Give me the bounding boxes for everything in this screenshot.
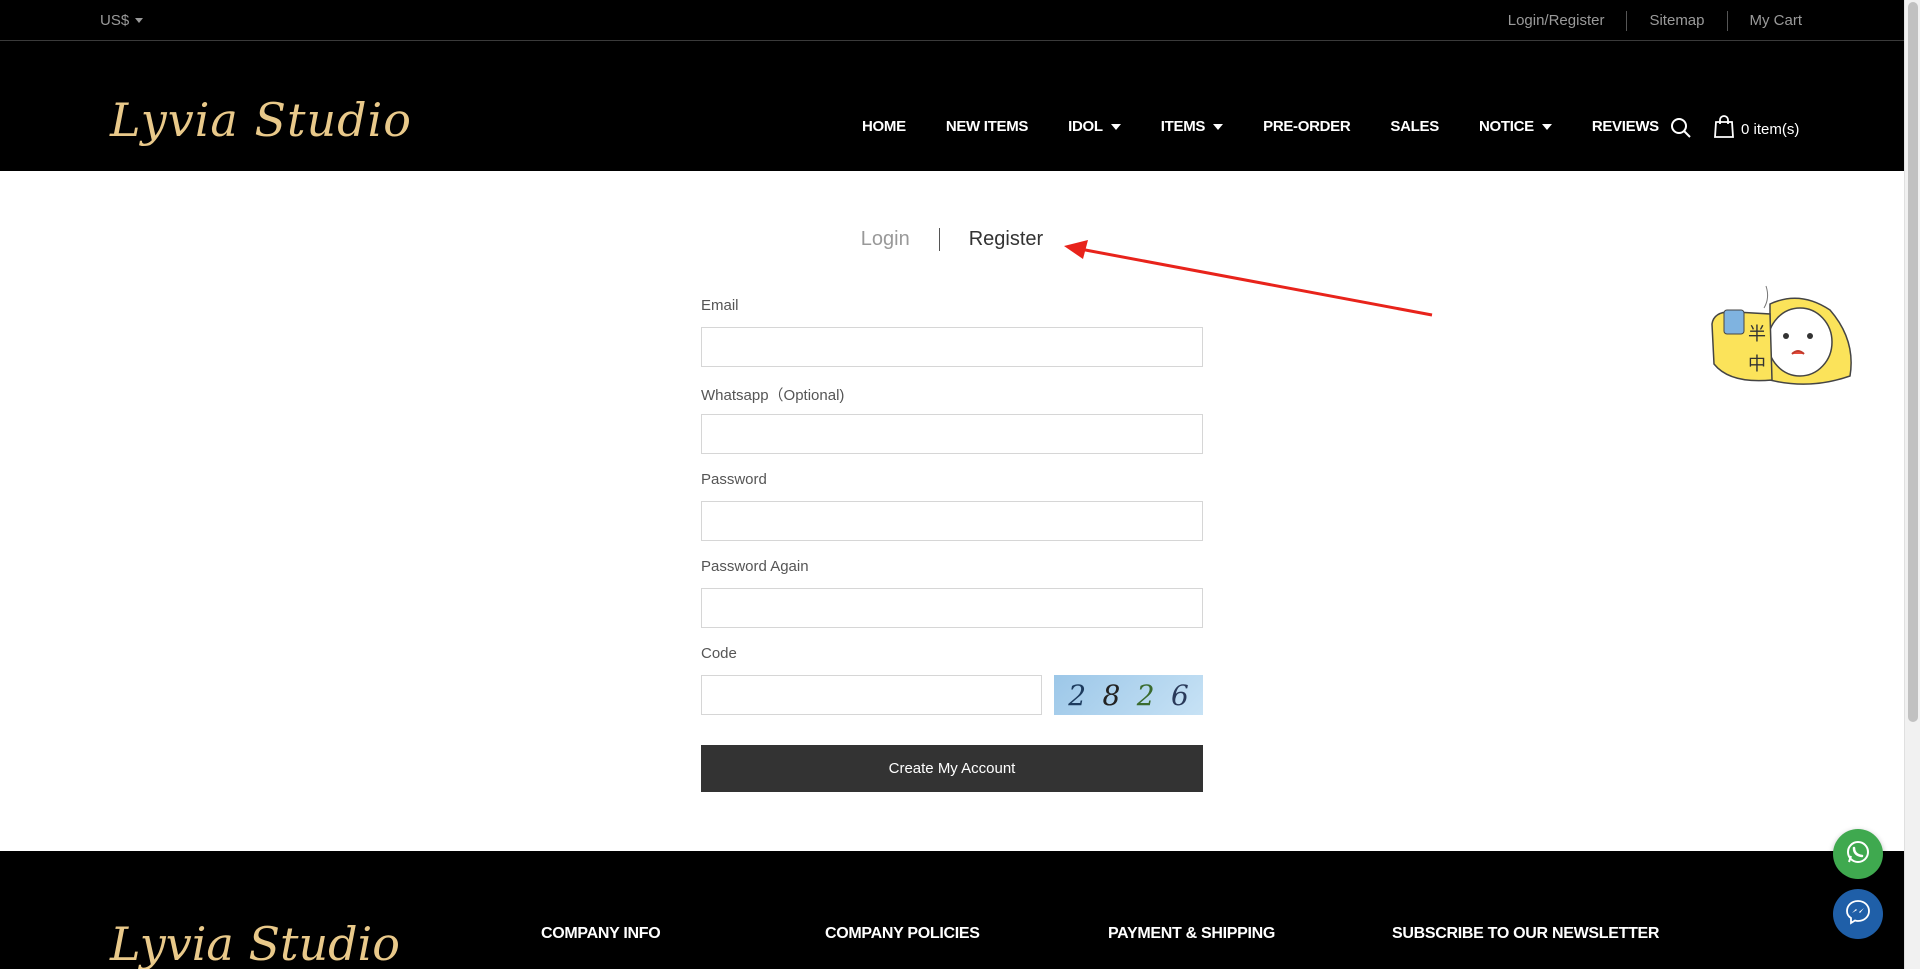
whatsapp-icon — [1845, 839, 1871, 870]
chevron-down-icon — [1213, 123, 1224, 130]
chevron-down-icon — [1110, 123, 1121, 130]
top-links: Login/Register Sitemap My Cart — [1486, 11, 1802, 31]
nav-items[interactable]: ITEMS — [1160, 118, 1224, 135]
tab-login[interactable]: Login — [832, 228, 940, 251]
password-label: Password — [701, 471, 767, 488]
code-field[interactable] — [701, 675, 1042, 715]
nav-items-label: ITEMS — [1160, 118, 1206, 135]
mascot-sticker: 半 中 — [1710, 280, 1860, 390]
page-root: US$ Login/Register Sitemap My Cart Lyvia… — [0, 0, 1920, 969]
footer-company-policies-heading: COMPANY POLICIES — [825, 925, 980, 942]
nav-pre-order-label: PRE-ORDER — [1263, 118, 1351, 135]
email-label: Email — [701, 297, 739, 314]
auth-tabs: Login Register — [0, 228, 1904, 251]
sitemap-link[interactable]: Sitemap — [1626, 11, 1726, 31]
messenger-chat-button[interactable] — [1833, 889, 1883, 939]
create-account-button[interactable]: Create My Account — [701, 745, 1203, 792]
search-icon[interactable] — [1669, 116, 1693, 140]
whatsapp-chat-button[interactable] — [1833, 829, 1883, 879]
header-cart[interactable]: 0 item(s) — [1713, 115, 1799, 143]
captcha-image[interactable]: 2 8 2 6 — [1054, 675, 1203, 715]
code-label: Code — [701, 645, 737, 662]
page-scrollbar[interactable] — [1904, 0, 1920, 969]
code-row: 2 8 2 6 — [701, 675, 1203, 715]
nav-idol-label: IDOL — [1068, 118, 1103, 135]
nav-notice[interactable]: NOTICE — [1479, 118, 1552, 135]
footer-newsletter-heading: SUBSCRIBE TO OUR NEWSLETTER — [1392, 925, 1660, 942]
captcha-char: 2 — [1136, 678, 1155, 712]
nav-reviews-label: REVIEWS — [1591, 118, 1659, 135]
shopping-bag-icon — [1713, 115, 1735, 143]
tab-register[interactable]: Register — [940, 228, 1072, 251]
email-field[interactable] — [701, 327, 1203, 367]
nav-notice-label: NOTICE — [1478, 118, 1534, 135]
nav-sales-label: SALES — [1390, 118, 1439, 135]
nav-reviews[interactable]: REVIEWS — [1592, 118, 1659, 135]
whatsapp-label: Whatsapp（Optional) — [701, 387, 845, 404]
footer-logo: Lyvia Studio — [110, 917, 400, 969]
messenger-icon — [1845, 899, 1871, 930]
nav-home-label: HOME — [862, 118, 906, 135]
chevron-down-icon — [135, 18, 144, 23]
main-header: Lyvia Studio HOME NEW ITEMS IDOL ITEMS P… — [0, 41, 1904, 171]
password-field[interactable] — [701, 501, 1203, 541]
main-nav: HOME NEW ITEMS IDOL ITEMS PRE-ORDER SALE… — [862, 118, 1659, 135]
password-again-field[interactable] — [701, 588, 1203, 628]
site-logo[interactable]: Lyvia Studio — [110, 93, 412, 147]
my-cart-link[interactable]: My Cart — [1726, 11, 1802, 31]
register-form: Email Whatsapp（Optional) Password Passwo… — [701, 297, 1203, 792]
mascot-glyph: 中 — [1748, 354, 1766, 374]
top-bar: US$ Login/Register Sitemap My Cart — [0, 0, 1904, 41]
footer-payment-shipping-heading: PAYMENT & SHIPPING — [1108, 925, 1276, 942]
nav-idol[interactable]: IDOL — [1068, 118, 1121, 135]
chevron-down-icon — [1541, 123, 1552, 130]
nav-new-items[interactable]: NEW ITEMS — [945, 118, 1029, 135]
whatsapp-field[interactable] — [701, 414, 1203, 454]
nav-pre-order[interactable]: PRE-ORDER — [1263, 118, 1351, 135]
cart-count-label: 0 item(s) — [1741, 120, 1800, 138]
site-footer: Lyvia Studio COMPANY INFO COMPANY POLICI… — [0, 851, 1904, 969]
captcha-char: 2 — [1068, 678, 1087, 712]
footer-company-info-heading: COMPANY INFO — [541, 925, 661, 942]
nav-new-items-label: NEW ITEMS — [945, 118, 1029, 135]
currency-label: US$ — [100, 12, 130, 29]
login-register-link[interactable]: Login/Register — [1486, 11, 1627, 31]
nav-home[interactable]: HOME — [862, 118, 906, 135]
mascot-glyph: 半 — [1748, 324, 1766, 344]
captcha-char: 6 — [1170, 678, 1189, 712]
nav-sales[interactable]: SALES — [1390, 118, 1439, 135]
password-again-label: Password Again — [701, 558, 809, 575]
scrollbar-thumb[interactable] — [1908, 2, 1918, 722]
currency-selector[interactable]: US$ — [100, 12, 144, 29]
captcha-char: 8 — [1102, 678, 1121, 712]
